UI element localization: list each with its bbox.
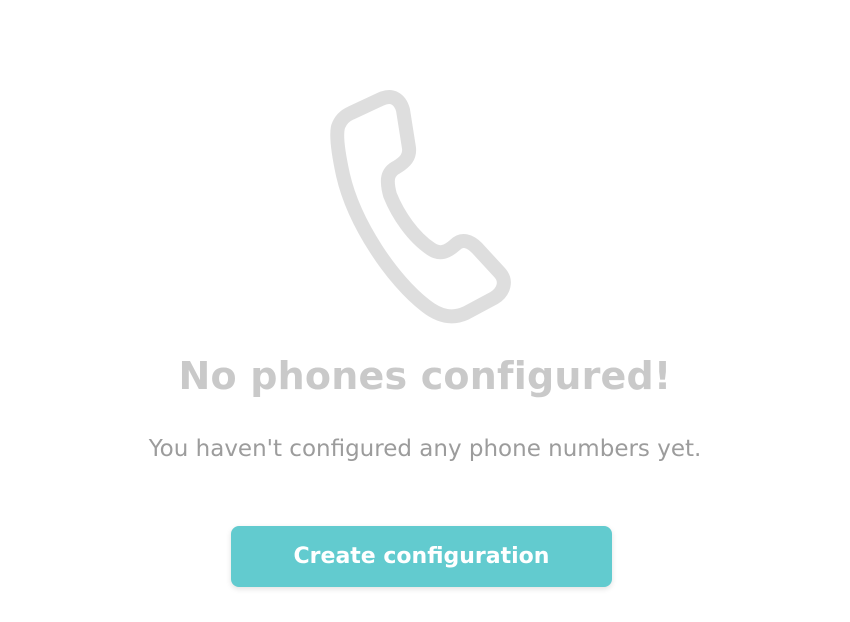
phone-handset-icon xyxy=(318,86,518,332)
create-configuration-button[interactable]: Create configuration xyxy=(231,526,612,587)
empty-state-panel: No phones configured! You haven't config… xyxy=(0,0,850,622)
empty-state-title: No phones configured! xyxy=(178,354,672,398)
empty-state-message: You haven't configured any phone numbers… xyxy=(148,436,702,462)
